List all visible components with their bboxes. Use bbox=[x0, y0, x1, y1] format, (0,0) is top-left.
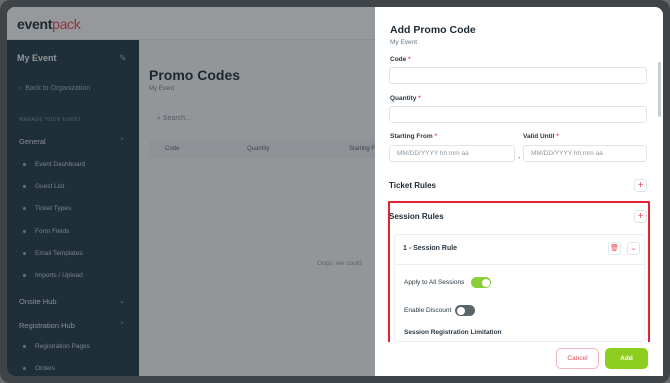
starting-from-input[interactable]: MM/DD/YYYY hh:mm aa bbox=[389, 145, 515, 162]
add-ticket-rule-button[interactable]: + bbox=[634, 179, 647, 192]
code-label: Code * bbox=[390, 56, 411, 63]
cancel-button[interactable]: Cancel bbox=[556, 348, 599, 369]
quantity-label-text: Quantity bbox=[390, 95, 417, 102]
required-mark: * bbox=[418, 95, 421, 102]
starting-from-label-text: Starting From bbox=[390, 133, 433, 140]
code-input[interactable] bbox=[389, 67, 647, 84]
panel-footer: Cancel Add bbox=[375, 342, 663, 376]
panel-title: Add Promo Code bbox=[390, 24, 476, 36]
ticket-rules-title: Ticket Rules bbox=[389, 181, 436, 190]
valid-until-label-text: Valid Until bbox=[523, 133, 555, 140]
highlight-box bbox=[388, 201, 650, 345]
required-mark: * bbox=[434, 133, 437, 140]
quantity-label: Quantity * bbox=[390, 95, 421, 102]
required-mark: * bbox=[408, 56, 411, 63]
date-range-separator: - bbox=[518, 155, 521, 162]
panel-scrollbar[interactable] bbox=[658, 62, 661, 117]
valid-until-label: Valid Until * bbox=[523, 133, 559, 140]
starting-from-label: Starting From * bbox=[390, 133, 437, 140]
valid-until-input[interactable]: MM/DD/YYYY hh:mm aa bbox=[523, 145, 647, 162]
panel-subtitle: My Event bbox=[390, 39, 418, 46]
code-label-text: Code bbox=[390, 56, 407, 63]
quantity-input[interactable] bbox=[389, 106, 647, 123]
add-button[interactable]: Add bbox=[605, 348, 648, 369]
required-mark: * bbox=[556, 133, 559, 140]
